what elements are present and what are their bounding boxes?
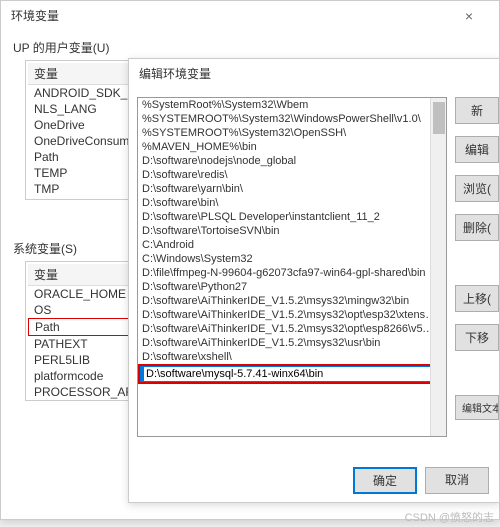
parent-titlebar: 环境变量 × (1, 1, 499, 31)
path-row[interactable]: D:\software\Python27 (138, 280, 446, 294)
dialog-buttons: 确定 取消 (353, 467, 489, 494)
ok-button[interactable]: 确定 (353, 467, 417, 494)
user-group-label: UP 的用户变量(U) (13, 39, 499, 56)
browse-button[interactable]: 浏览( (455, 175, 499, 202)
path-row[interactable]: D:\software\bin\ (138, 196, 446, 210)
delete-button[interactable]: 删除( (455, 214, 499, 241)
path-row[interactable]: D:\file\ffmpeg-N-99604-g62073cfa97-win64… (138, 266, 446, 280)
edit-buttons-column: 新 编辑 浏览( 删除( 上移( 下移 编辑文本 (455, 97, 499, 420)
close-icon[interactable]: × (449, 1, 489, 31)
path-row[interactable]: D:\software\AiThinkerIDE_V1.5.2\msys32\m… (138, 294, 446, 308)
scroll-thumb[interactable] (433, 102, 445, 134)
new-button[interactable]: 新 (455, 97, 499, 124)
path-row[interactable]: %SYSTEMROOT%\System32\WindowsPowerShell\… (138, 112, 446, 126)
path-row[interactable]: C:\Android (138, 238, 446, 252)
edit-titlebar: 编辑环境变量 (129, 59, 499, 89)
path-row[interactable]: D:\software\xshell\ (138, 350, 446, 364)
path-row[interactable]: D:\software\AiThinkerIDE_V1.5.2\msys32\u… (138, 336, 446, 350)
edit-title: 编辑环境变量 (139, 59, 211, 89)
scrollbar[interactable] (430, 98, 446, 436)
path-list[interactable]: %SystemRoot%\System32\Wbem%SYSTEMROOT%\S… (137, 97, 447, 437)
watermark: CSDN @愤怒的志 (405, 509, 494, 525)
path-row[interactable]: D:\software\AiThinkerIDE_V1.5.2\msys32\o… (138, 308, 446, 322)
parent-title: 环境变量 (11, 1, 59, 31)
path-row[interactable]: C:\Windows\System32 (138, 252, 446, 266)
path-row[interactable]: D:\software\TortoiseSVN\bin (138, 224, 446, 238)
path-row[interactable]: D:\software\redis\ (138, 168, 446, 182)
path-row[interactable]: %SYSTEMROOT%\System32\OpenSSH\ (138, 126, 446, 140)
edit-env-var-window: 编辑环境变量 %SystemRoot%\System32\Wbem%SYSTEM… (128, 58, 500, 503)
path-row[interactable]: D:\software\yarn\bin\ (138, 182, 446, 196)
move-down-button[interactable]: 下移 (455, 324, 499, 351)
edit-text-button[interactable]: 编辑文本 (455, 395, 499, 420)
path-selected-row[interactable] (138, 364, 446, 384)
path-row[interactable]: D:\software\AiThinkerIDE_V1.5.2\msys32\o… (138, 322, 446, 336)
path-edit-input[interactable] (144, 367, 442, 381)
path-row[interactable]: D:\software\PLSQL Developer\instantclien… (138, 210, 446, 224)
cancel-button[interactable]: 取消 (425, 467, 489, 494)
path-row[interactable]: %MAVEN_HOME%\bin (138, 140, 446, 154)
move-up-button[interactable]: 上移( (455, 285, 499, 312)
path-row[interactable]: %SystemRoot%\System32\Wbem (138, 98, 446, 112)
path-row[interactable]: D:\software\nodejs\node_global (138, 154, 446, 168)
edit-button[interactable]: 编辑 (455, 136, 499, 163)
